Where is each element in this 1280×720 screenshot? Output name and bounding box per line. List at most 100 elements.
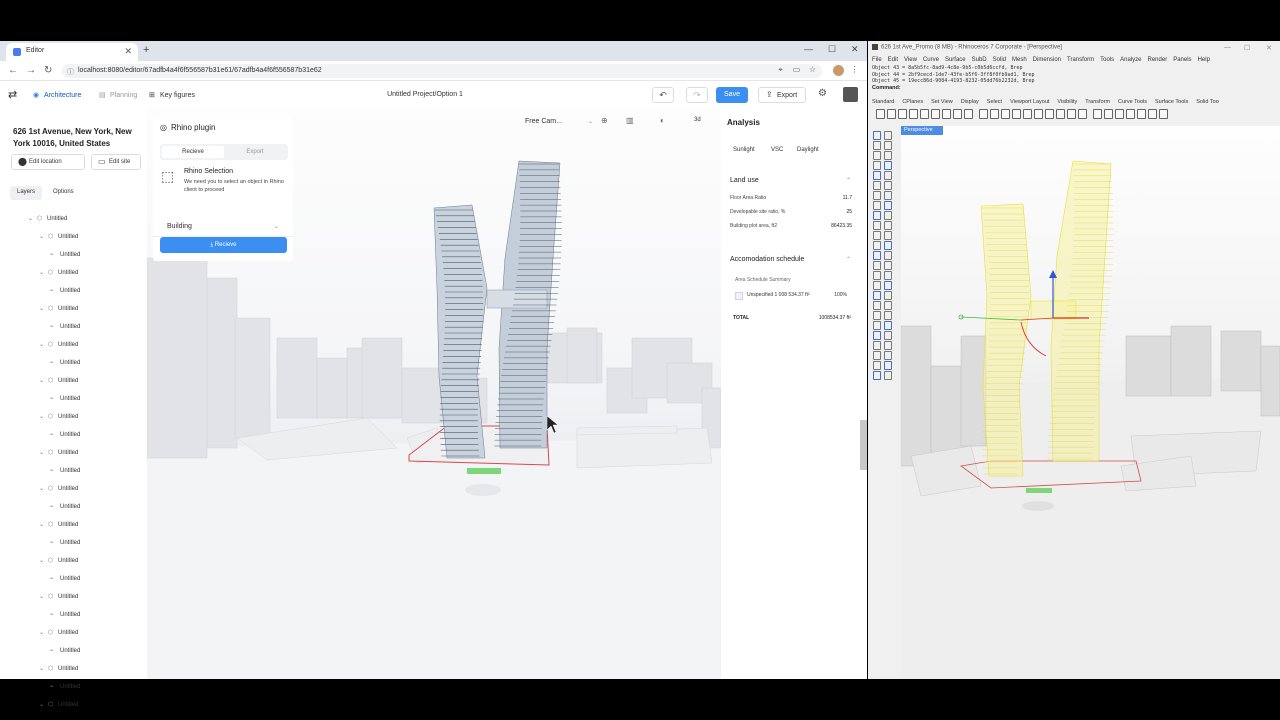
project-title[interactable]: Untitled Project/Option 1 [330, 91, 520, 98]
rhino-side-tool-icon[interactable] [884, 251, 892, 260]
rhino-side-tool-icon[interactable] [884, 371, 892, 380]
rhino-side-tool-icon[interactable] [884, 321, 892, 330]
layer-item[interactable]: ⌁ Untitled [50, 538, 140, 552]
layer-item[interactable]: ⌄ ⬡ Untitled [39, 448, 140, 462]
rhino-tool-icon[interactable] [1023, 109, 1032, 119]
rhino-side-tool-icon[interactable] [884, 181, 892, 190]
building-select[interactable]: Building ⌄ [153, 218, 293, 237]
rhino-toolbar-tab[interactable]: Set View [931, 99, 953, 105]
chevron-down-icon[interactable]: ⌄ [39, 269, 44, 276]
rhino-tool-icon[interactable] [953, 109, 962, 119]
layer-item[interactable]: ⌄ ⬡ Untitled [39, 700, 140, 714]
rhino-tool-icon[interactable] [1012, 109, 1021, 119]
rhino-side-tool-icon[interactable] [884, 281, 892, 290]
rhino-menu-item[interactable]: Mesh [1012, 57, 1027, 63]
land-use-section[interactable]: Land use ⌃ [730, 177, 851, 184]
layer-item[interactable]: ⌁ Untitled [50, 430, 140, 444]
tab-daylight[interactable]: Daylight [797, 147, 819, 153]
chevron-down-icon[interactable]: ⌄ [28, 215, 33, 222]
rhino-side-tool-icon[interactable] [873, 311, 881, 320]
layer-item[interactable]: ⌄ ⬡ Untitled [39, 664, 140, 678]
chevron-down-icon[interactable]: ⌄ [39, 413, 44, 420]
rhino-perspective-viewport[interactable]: Perspective [901, 126, 1280, 679]
rhino-side-tool-icon[interactable] [884, 221, 892, 230]
forward-icon[interactable]: → [26, 65, 36, 76]
rhino-side-tool-icon[interactable] [884, 341, 892, 350]
chevron-down-icon[interactable]: ⌄ [39, 485, 44, 492]
redo-button[interactable]: ↷ [686, 87, 708, 103]
rhino-toolbar-tab[interactable]: Select [987, 99, 1002, 105]
chevron-down-icon[interactable]: ⌄ [39, 593, 44, 600]
chevron-down-icon[interactable]: ⌄ [39, 233, 44, 240]
rhino-side-tool-icon[interactable] [884, 311, 892, 320]
view-toggle-icon[interactable]: ◐ [660, 116, 665, 125]
layer-item[interactable]: ⌁ Untitled [50, 682, 140, 696]
rhino-menu-item[interactable]: Analyze [1120, 57, 1141, 63]
rhino-side-tool-icon[interactable] [884, 171, 892, 180]
rhino-menu-item[interactable]: Solid [993, 57, 1006, 63]
chevron-down-icon[interactable]: ⌄ [39, 341, 44, 348]
rhino-toolbar-tab[interactable]: CPlanes [902, 99, 923, 105]
rhino-side-tool-icon[interactable] [873, 171, 881, 180]
rhino-tool-icon[interactable] [1001, 109, 1010, 119]
rhino-side-tool-icon[interactable] [873, 151, 881, 160]
rhino-side-tool-icon[interactable] [873, 181, 881, 190]
rhino-side-tool-icon[interactable] [873, 161, 881, 170]
rhino-tool-icon[interactable] [1034, 109, 1043, 119]
map-icon[interactable]: ▥ [626, 116, 634, 125]
close-tab-icon[interactable]: ✕ [124, 46, 132, 57]
rhino-tool-icon[interactable] [1126, 109, 1135, 119]
rhino-side-tool-icon[interactable] [884, 151, 892, 160]
rhino-close-icon[interactable]: ✕ [1266, 44, 1272, 52]
chevron-down-icon[interactable]: ⌄ [39, 449, 44, 456]
rhino-tool-icon[interactable] [1067, 109, 1076, 119]
rhino-side-tool-icon[interactable] [873, 371, 881, 380]
profile-avatar[interactable] [833, 65, 844, 76]
rhino-side-tool-icon[interactable] [884, 291, 892, 300]
layer-item[interactable]: ⌄ ⬡ Untitled [39, 232, 140, 246]
rhino-menu-item[interactable]: Panels [1173, 57, 1191, 63]
chevron-down-icon[interactable]: ⌄ [39, 557, 44, 564]
layer-item[interactable]: ⌁ Untitled [50, 250, 140, 264]
edit-site-button[interactable]: ▭ Edit site [91, 154, 141, 170]
rhino-menu-item[interactable]: View [904, 57, 917, 63]
rhino-tool-icon[interactable] [1137, 109, 1146, 119]
rhino-tool-icon[interactable] [964, 109, 973, 119]
tab-export[interactable]: Export [224, 146, 286, 158]
rhino-side-tool-icon[interactable] [873, 321, 881, 330]
rhino-tool-icon[interactable] [990, 109, 999, 119]
url-field[interactable]: ⓘ localhost:8080/editor/67adfb4a4f6f5565… [62, 64, 822, 78]
rhino-side-tool-icon[interactable] [873, 241, 881, 250]
rhino-side-tool-icon[interactable] [873, 341, 881, 350]
rhino-side-tool-icon[interactable] [884, 301, 892, 310]
rhino-command-prompt[interactable]: Command: [872, 85, 901, 91]
rhino-side-tool-icon[interactable] [873, 261, 881, 270]
rhino-tool-icon[interactable] [898, 109, 907, 119]
minimize-icon[interactable]: — [804, 44, 813, 54]
layer-item[interactable]: ⌄ ⬡ Untitled [39, 340, 140, 354]
rhino-tool-icon[interactable] [1056, 109, 1065, 119]
rhino-tool-icon[interactable] [1159, 109, 1168, 119]
rhino-side-tool-icon[interactable] [884, 231, 892, 240]
rhino-tool-icon[interactable] [931, 109, 940, 119]
rhino-side-tool-icon[interactable] [873, 361, 881, 370]
edit-location-button[interactable]: ⬤ Edit location [11, 154, 85, 170]
rhino-toolbar-tab[interactable]: Surface Tools [1155, 99, 1188, 105]
rhino-maximize-icon[interactable]: ☐ [1244, 44, 1250, 52]
layer-item[interactable]: ⌄ ⬡ Untitled [39, 304, 140, 318]
rhino-side-tool-icon[interactable] [884, 261, 892, 270]
layer-item[interactable]: ⌁ Untitled [50, 574, 140, 588]
site-info-icon[interactable]: ⓘ [67, 67, 74, 77]
back-icon[interactable]: ← [8, 65, 18, 76]
settings-gear-icon[interactable]: ⚙ [818, 88, 827, 99]
location-icon[interactable]: ⌖ [776, 65, 785, 74]
more-menu-icon[interactable]: ⋮ [850, 65, 859, 74]
layer-item[interactable]: ⌁ Untitled [50, 286, 140, 300]
rhino-tool-icon[interactable] [887, 109, 896, 119]
tab-options[interactable]: Options [46, 186, 81, 200]
tab-key-figures[interactable]: ⊞ Key figures [146, 88, 201, 104]
layer-item[interactable]: ⌁ Untitled [50, 610, 140, 624]
chevron-down-icon[interactable]: ⌄ [39, 305, 44, 312]
tab-planning[interactable]: ▤ Planning [96, 88, 143, 104]
rhino-side-tool-icon[interactable] [884, 361, 892, 370]
